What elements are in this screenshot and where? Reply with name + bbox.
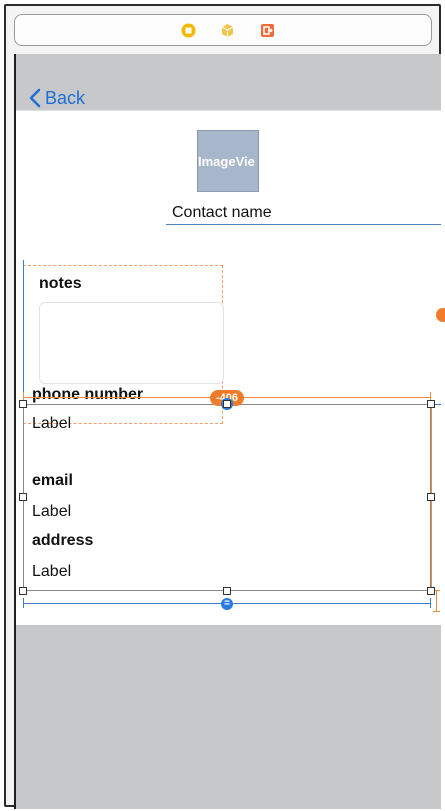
resize-handle-top-right[interactable] [427, 400, 435, 408]
back-button-label: Back [45, 87, 86, 108]
bottom-constraint-cap-bottom [433, 611, 440, 612]
resize-handle-top-center[interactable] [223, 400, 231, 408]
constraint-indicator-icon[interactable] [436, 308, 445, 322]
phone-number-label: Label [32, 415, 72, 432]
phone-number-title: phone number [32, 386, 144, 403]
first-responder-icon[interactable] [220, 23, 235, 38]
notes-text-view[interactable] [39, 302, 224, 384]
left-alignment-guide [23, 260, 24, 410]
resize-handle-bottom-right[interactable] [427, 587, 435, 595]
email-title: email [32, 472, 73, 489]
scene-dock [14, 14, 432, 46]
notes-title: notes [39, 275, 82, 292]
equal-width-cap-right [430, 598, 431, 608]
contact-name-label[interactable]: Contact name [172, 204, 272, 222]
resize-handle-middle-left[interactable] [19, 493, 27, 501]
resize-handle-bottom-center[interactable] [223, 587, 231, 595]
contact-name-guide-line [166, 224, 441, 225]
equal-width-cap-left [23, 598, 24, 608]
equal-width-icon[interactable]: = [221, 598, 233, 610]
bottom-constraint-line[interactable] [436, 590, 437, 612]
chevron-left-icon [29, 88, 41, 108]
resize-handle-middle-right[interactable] [427, 493, 435, 501]
email-label: Label [32, 503, 72, 520]
exit-icon[interactable] [260, 23, 275, 38]
address-label: Label [32, 563, 72, 580]
resize-handle-bottom-left[interactable] [19, 587, 27, 595]
details-stack-view[interactable] [23, 404, 431, 591]
view-controller-icon[interactable] [181, 23, 196, 38]
image-view-label: ImageVie [198, 154, 255, 169]
back-button[interactable]: Back [28, 86, 85, 110]
resize-handle-top-left[interactable] [19, 400, 27, 408]
address-title: address [32, 532, 94, 549]
image-view[interactable]: ImageVie [197, 130, 259, 192]
